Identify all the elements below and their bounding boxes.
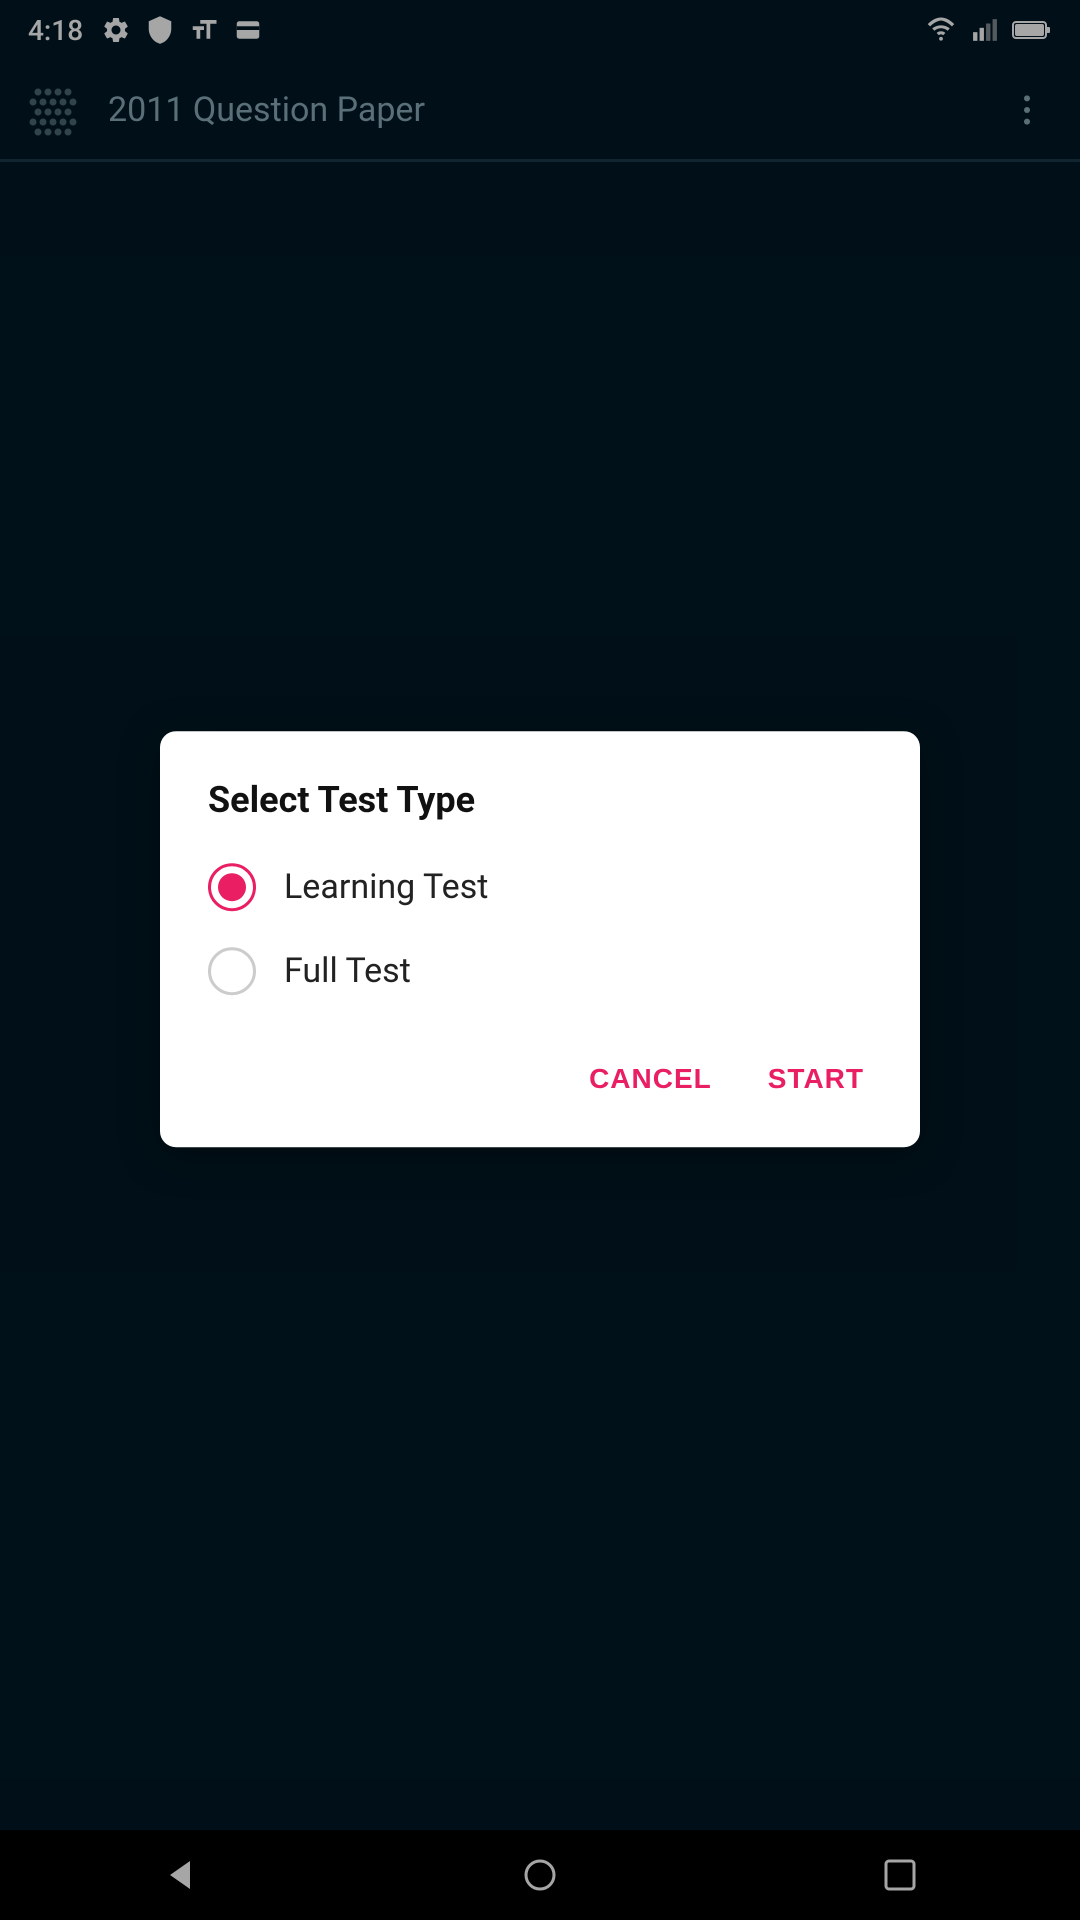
start-button[interactable]: START (760, 1047, 872, 1111)
learning-test-label: Learning Test (284, 867, 488, 907)
full-test-radio[interactable] (208, 947, 256, 995)
dialog-title: Select Test Type (208, 779, 872, 821)
learning-test-radio[interactable] (208, 863, 256, 911)
dialog-actions: CANCEL START (208, 1031, 872, 1111)
learning-test-option[interactable]: Learning Test (208, 863, 872, 911)
full-test-label: Full Test (284, 951, 411, 991)
cancel-button[interactable]: CANCEL (581, 1047, 720, 1111)
full-test-option[interactable]: Full Test (208, 947, 872, 995)
select-test-type-dialog: Select Test Type Learning Test Full Test… (160, 731, 920, 1147)
